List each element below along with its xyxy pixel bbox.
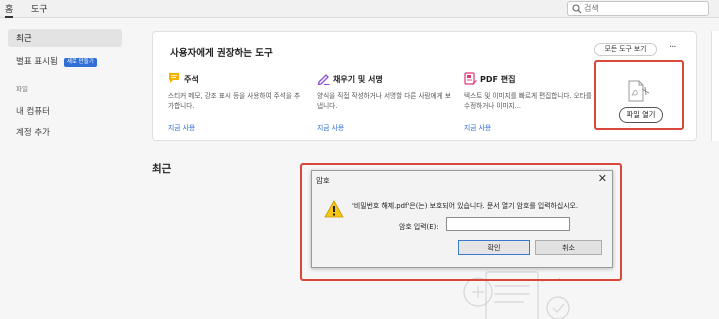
warning-icon <box>324 200 344 218</box>
edit-pdf-icon <box>464 72 477 85</box>
view-all-tools-button[interactable]: 모든 도구 보기 <box>594 43 657 56</box>
tool-comment-use-now-link[interactable]: 지금 사용 <box>168 122 195 132</box>
cancel-button[interactable]: 취소 <box>535 240 602 255</box>
top-nav-bar: 홈 도구 <box>0 0 719 18</box>
recommended-tools-card: 사용자에게 권장하는 도구 모든 도구 보기 ··· 주석 스티커 메모, 강조… <box>152 31 697 141</box>
sidebar-item-recent-label: 최근 <box>16 34 32 44</box>
tool-edit-pdf-name: PDF 편집 <box>480 75 516 84</box>
sidebar-section-files: 파일 <box>16 85 28 93</box>
more-options-button[interactable]: ··· <box>669 42 676 53</box>
sidebar-item-recent[interactable]: 최근 <box>8 29 122 47</box>
tool-fill-sign-name: 채우기 및 서명 <box>333 75 383 84</box>
tool-comment-desc: 스티커 메모, 강조 표시 등을 사용하여 주석을 추가합니다. <box>168 92 301 110</box>
tool-fill-sign-desc: 양식을 직접 작성하거나 서명할 다른 사람에게 보냅니다. <box>317 92 451 110</box>
comment-icon <box>169 73 179 83</box>
sidebar-item-starred-label: 별표 표시됨 <box>16 57 58 67</box>
tool-edit-pdf-use-now-link[interactable]: 지금 사용 <box>464 122 491 132</box>
close-icon[interactable]: ✕ <box>598 172 607 185</box>
sidebar: 최근 별표 표시됨 새로 만들기 파일 내 컴퓨터 계정 추가 <box>0 19 130 319</box>
tab-home[interactable]: 홈 <box>5 2 14 18</box>
tool-comment-name: 주석 <box>184 75 199 84</box>
fill-sign-pen-icon <box>317 74 330 85</box>
password-input[interactable] <box>446 217 570 231</box>
tool-edit-pdf-desc: 텍스트 및 이미지를 빠르게 편집합니다. 오타를 수정하거나 이미지... <box>464 92 592 110</box>
sidebar-item-starred[interactable]: 별표 표시됨 새로 만들기 <box>16 55 97 67</box>
tool-fill-sign-use-now-link[interactable]: 지금 사용 <box>317 122 344 132</box>
sidebar-item-my-computer[interactable]: 내 컴퓨터 <box>16 105 50 117</box>
pdf-document-icon <box>628 80 650 102</box>
open-file-area[interactable]: 파일 열기 <box>594 60 684 130</box>
open-file-button[interactable]: 파일 열기 <box>619 107 663 123</box>
new-badge: 새로 만들기 <box>63 58 97 67</box>
recommended-tools-title: 사용자에게 권장하는 도구 <box>170 48 273 59</box>
ok-button[interactable]: 확인 <box>458 240 530 255</box>
dialog-message: '비밀번호 해제.pdf'은(는) 보호되어 있습니다. 문서 열기 암호를 입… <box>352 202 579 210</box>
search-icon <box>572 4 582 14</box>
search-box[interactable] <box>567 1 709 16</box>
password-dialog: 암호 ✕ '비밀번호 해제.pdf'은(는) 보호되어 있습니다. 문서 열기 … <box>311 170 613 268</box>
search-input[interactable] <box>584 3 704 14</box>
sidebar-item-add-account[interactable]: 계정 추가 <box>16 126 50 138</box>
recent-heading: 최근 <box>152 163 172 175</box>
tab-tools[interactable]: 도구 <box>31 2 48 15</box>
next-card-peek <box>711 31 719 141</box>
dialog-title: 암호 <box>316 176 330 185</box>
password-label: 암호 입력(E): <box>399 223 439 231</box>
